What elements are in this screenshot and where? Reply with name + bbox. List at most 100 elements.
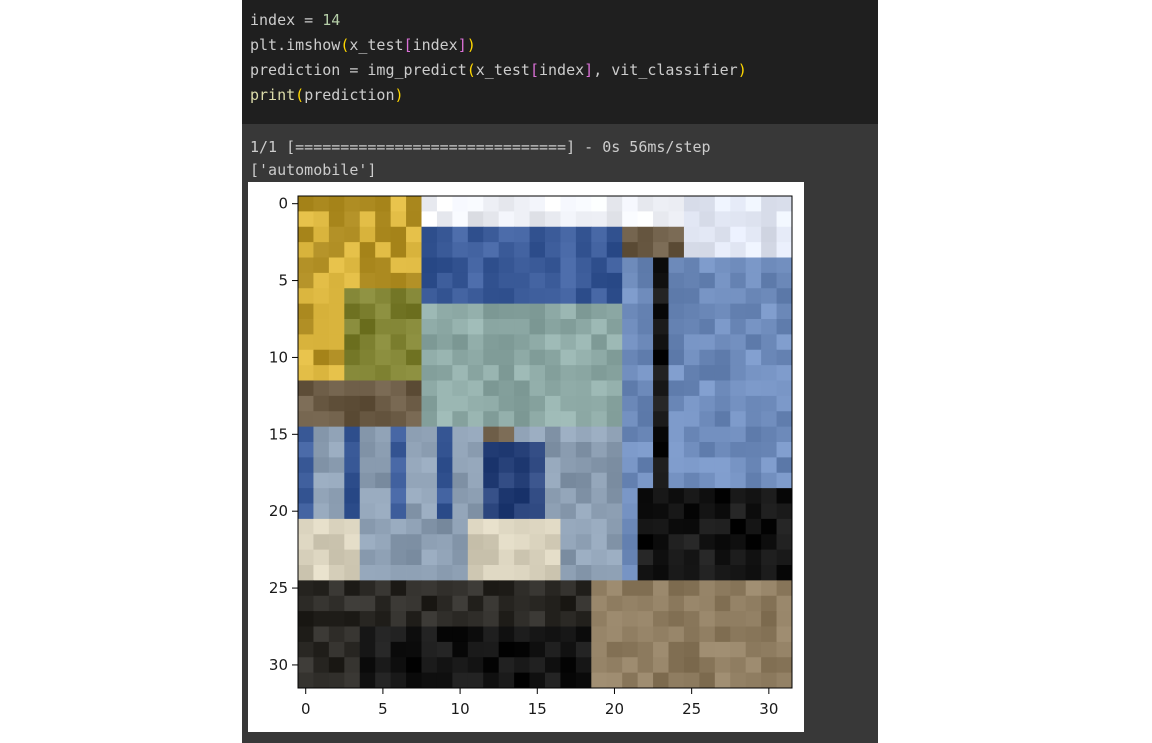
image-pixel — [761, 226, 777, 243]
image-pixel — [359, 303, 376, 320]
image-pixel — [406, 518, 422, 535]
image-pixel — [452, 288, 469, 305]
image-pixel — [606, 672, 623, 689]
code-cell[interactable]: index = 14 plt.imshow(x_test[index]) predi… — [242, 0, 878, 124]
image-pixel — [606, 288, 623, 305]
image-pixel — [298, 565, 314, 581]
image-pixel — [730, 534, 747, 551]
image-pixel — [575, 580, 592, 597]
image-pixel — [406, 488, 422, 504]
image-pixel — [421, 549, 438, 566]
image-pixel — [421, 626, 438, 643]
image-pixel — [529, 334, 546, 351]
image-pixel — [452, 395, 469, 412]
image-pixel — [406, 426, 422, 443]
image-pixel — [421, 426, 438, 443]
image-pixel — [529, 503, 546, 520]
image-pixel — [545, 395, 561, 412]
image-pixel — [298, 672, 314, 689]
image-pixel — [761, 580, 777, 597]
image-pixel — [421, 611, 438, 627]
image-pixel — [761, 503, 777, 520]
image-pixel — [622, 457, 639, 474]
image-pixel — [313, 503, 330, 520]
image-pixel — [483, 288, 500, 305]
image-pixel — [653, 641, 669, 658]
image-pixel — [699, 534, 716, 551]
image-pixel — [699, 349, 716, 366]
image-pixel — [699, 626, 716, 643]
image-pixel — [560, 334, 577, 351]
image-pixel — [606, 242, 623, 258]
image-pixel — [714, 611, 731, 627]
image-pixel — [761, 534, 777, 551]
image-pixel — [560, 488, 577, 504]
image-pixel — [683, 472, 700, 489]
image-pixel — [529, 257, 546, 274]
image-pixel — [730, 196, 747, 212]
image-pixel — [298, 503, 314, 520]
image-pixel — [653, 534, 669, 551]
image-pixel — [699, 641, 716, 658]
image-pixel — [328, 565, 345, 581]
image-pixel — [298, 426, 314, 443]
image-pixel — [436, 380, 453, 397]
image-pixel — [575, 380, 592, 397]
image-pixel — [328, 672, 345, 689]
image-pixel — [452, 196, 469, 212]
image-pixel — [575, 257, 592, 274]
image-pixel — [606, 226, 623, 243]
image-pixel — [668, 641, 685, 658]
image-pixel — [606, 580, 623, 597]
image-pixel — [452, 442, 469, 458]
image-pixel — [359, 196, 376, 212]
image-pixel — [298, 211, 314, 228]
image-pixel — [591, 257, 608, 274]
image-pixel — [483, 395, 500, 412]
image-pixel — [436, 672, 453, 689]
image-pixel — [406, 319, 422, 335]
image-pixel — [467, 580, 484, 597]
image-pixel — [452, 349, 469, 366]
image-pixel — [714, 518, 731, 535]
image-pixel — [452, 611, 469, 627]
image-pixel — [683, 242, 700, 258]
image-pixel — [313, 303, 330, 320]
image-pixel — [683, 611, 700, 627]
image-pixel — [406, 288, 422, 305]
image-pixel — [498, 641, 515, 658]
image-pixel — [375, 549, 392, 566]
image-pixel — [328, 319, 345, 335]
image-pixel — [560, 580, 577, 597]
image-pixel — [606, 611, 623, 627]
image-pixel — [683, 365, 700, 381]
code-token: print — [250, 86, 296, 104]
image-pixel — [668, 657, 685, 674]
image-pixel — [683, 334, 700, 351]
image-pixel — [668, 503, 685, 520]
image-pixel — [622, 319, 639, 335]
image-pixel — [637, 303, 654, 320]
image-pixel — [344, 641, 361, 658]
image-pixel — [483, 565, 500, 581]
image-pixel — [467, 226, 484, 243]
image-pixel — [761, 349, 777, 366]
image-pixel — [714, 503, 731, 520]
image-pixel — [745, 595, 762, 612]
image-pixel — [514, 196, 530, 212]
image-pixel — [359, 565, 376, 581]
image-pixel — [761, 257, 777, 274]
image-pixel — [560, 565, 577, 581]
image-pixel — [529, 426, 546, 443]
image-pixel — [313, 565, 330, 581]
image-pixel — [560, 303, 577, 320]
image-pixel — [653, 272, 669, 289]
image-pixel — [344, 319, 361, 335]
image-pixel — [514, 442, 530, 458]
image-pixel — [683, 626, 700, 643]
image-pixel — [622, 503, 639, 520]
image-pixel — [745, 549, 762, 566]
image-pixel — [406, 549, 422, 566]
image-pixel — [483, 518, 500, 535]
image-pixel — [436, 411, 453, 428]
